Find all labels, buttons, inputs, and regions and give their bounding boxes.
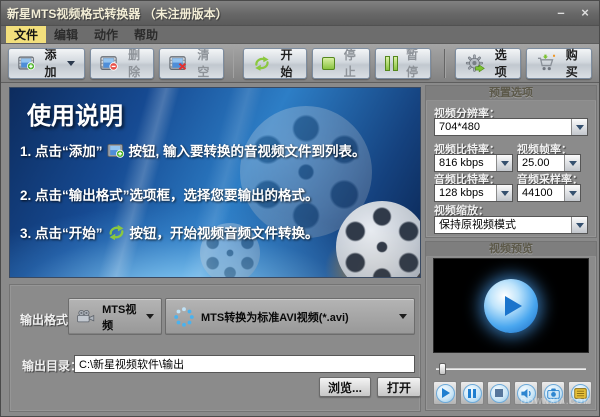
step3-text: 按钮，开始视频音频文件转换。 <box>129 226 319 241</box>
recycle-arrows-icon <box>109 224 123 240</box>
chevron-down-icon <box>399 314 407 319</box>
pause-bars-icon <box>384 55 398 71</box>
output-profile-select[interactable]: MTS转换为标准AVI视频(*.avi) <box>165 298 415 335</box>
play-circle-icon[interactable] <box>484 278 538 333</box>
step1-text: 按钮, 输入要转换的音视频文件到列表。 <box>128 144 366 159</box>
output-dir-label: 输出目录： <box>22 359 83 373</box>
play-icon <box>435 383 455 403</box>
clear-label: 清空 <box>197 48 210 79</box>
delete-label: 删除 <box>128 48 141 79</box>
step3-text: 3. 点击“开始” <box>20 226 103 241</box>
watermark: DOWNXIA.COM <box>520 397 591 406</box>
output-format-value: MTS视频 <box>102 303 137 332</box>
pause-label: 暂停 <box>406 48 419 79</box>
open-button[interactable]: 打开 <box>377 377 421 397</box>
camcorder-icon <box>77 310 95 323</box>
add-button[interactable]: 添加 <box>8 47 86 79</box>
film-plus-icon <box>106 143 124 158</box>
output-format-select[interactable]: MTS视频 <box>68 298 162 335</box>
video-preview-area[interactable] <box>433 258 589 353</box>
film-x-icon <box>169 56 187 71</box>
chevron-down-icon[interactable] <box>564 185 580 201</box>
film-minus-icon <box>100 56 118 71</box>
caret-down-icon <box>67 60 76 66</box>
preview-play-button[interactable] <box>433 381 457 405</box>
video-zoom-select[interactable]: 保持原视频模式 <box>434 216 588 234</box>
usage-banner: 使用说明 1. 点击“添加” 按钮, 输入要转换的音视频文件到列表。 2. 点击… <box>9 87 421 278</box>
options-button[interactable]: 选项 <box>455 47 522 79</box>
app-window: 新星MTS视频格式转换器 （未注册版本） – × 文件 编辑 动作 帮助 添加 <box>0 0 600 417</box>
resolution-value: 704*480 <box>439 121 480 133</box>
samplerate-value: 44100 <box>522 187 553 199</box>
output-panel: 输出格式： MTS视频 MTS转换为标准AVI视频(*.avi) 输出目录： C… <box>9 284 421 412</box>
slider-handle[interactable] <box>439 363 446 375</box>
recycle-arrows-icon <box>255 55 270 71</box>
pause-button[interactable]: 暂停 <box>374 47 432 79</box>
step1-text: 1. 点击“添加” <box>20 144 103 159</box>
preview-stop-button[interactable] <box>487 381 511 405</box>
window-title: 新星MTS视频格式转换器 （未注册版本） <box>7 6 228 21</box>
menu-item-action[interactable]: 动作 <box>86 26 126 43</box>
framerate-select[interactable]: 25.00 <box>517 154 581 172</box>
chevron-down-icon <box>146 314 154 319</box>
banner-step-1: 1. 点击“添加” 按钮, 输入要转换的音视频文件到列表。 <box>20 140 366 160</box>
pause-icon <box>462 383 482 403</box>
samplerate-select[interactable]: 44100 <box>517 184 581 202</box>
delete-button[interactable]: 删除 <box>90 47 155 79</box>
banner-step-3: 3. 点击“开始” 按钮，开始视频音频文件转换。 <box>20 222 319 242</box>
preview-pause-button[interactable] <box>460 381 484 405</box>
start-button[interactable]: 开始 <box>243 47 307 79</box>
stop-label: 停止 <box>343 48 356 79</box>
gear-icon <box>465 54 485 72</box>
stop-square-icon <box>321 56 335 70</box>
buy-label: 购买 <box>565 48 578 79</box>
seek-slider[interactable] <box>436 363 586 375</box>
preview-panel-title: 视频预览 <box>426 242 596 257</box>
output-profile-value: MTS转换为标准AVI视频(*.avi) <box>201 311 349 324</box>
cart-icon <box>538 54 556 71</box>
options-label: 选项 <box>494 48 507 79</box>
chevron-down-icon[interactable] <box>564 155 580 171</box>
preset-options-panel: 预置选项 视频分辨率： 704*480 视频比特率： 视频帧率： 816 kbp… <box>425 85 597 238</box>
chevron-down-icon[interactable] <box>496 155 512 171</box>
title-bar: 新星MTS视频格式转换器 （未注册版本） – × <box>1 1 599 26</box>
preset-panel-title: 预置选项 <box>426 86 596 101</box>
menu-item-edit[interactable]: 编辑 <box>46 26 86 43</box>
output-dir-input[interactable] <box>74 355 415 373</box>
browse-button[interactable]: 浏览... <box>319 377 371 397</box>
clear-button[interactable]: 清空 <box>159 47 224 79</box>
step2-text: 2. 点击“输出格式”选项框，选择您要输出的格式。 <box>20 188 319 203</box>
framerate-value: 25.00 <box>522 157 550 169</box>
audio-bitrate-select[interactable]: 128 kbps <box>434 184 513 202</box>
film-plus-icon <box>18 56 35 71</box>
video-bitrate-value: 816 kbps <box>439 157 484 169</box>
play-triangle-icon <box>505 295 522 316</box>
minimize-button[interactable]: – <box>553 6 569 20</box>
chevron-down-icon[interactable] <box>496 185 512 201</box>
menu-item-help[interactable]: 帮助 <box>126 26 166 43</box>
close-button[interactable]: × <box>577 6 593 20</box>
audio-bitrate-value: 128 kbps <box>439 187 484 199</box>
banner-step-2: 2. 点击“输出格式”选项框，选择您要输出的格式。 <box>20 184 319 204</box>
buy-button[interactable]: 购买 <box>526 47 592 79</box>
resolution-select[interactable]: 704*480 <box>434 118 588 136</box>
toolbar: 添加 删除 清空 开始 停止 暂停 选项 购买 <box>1 44 599 83</box>
toolbar-separator <box>444 48 447 78</box>
menu-bar: 文件 编辑 动作 帮助 <box>1 26 599 44</box>
slider-track <box>436 368 586 370</box>
menu-item-file[interactable]: 文件 <box>6 26 47 43</box>
stop-button[interactable]: 停止 <box>311 47 370 79</box>
dots-ring-icon <box>174 306 194 327</box>
chevron-down-icon[interactable] <box>571 217 587 233</box>
banner-title: 使用说明 <box>27 103 123 130</box>
chevron-down-icon[interactable] <box>571 119 587 135</box>
video-bitrate-select[interactable]: 816 kbps <box>434 154 513 172</box>
video-preview-panel: 视频预览 DOWNXIA.COM <box>425 241 597 411</box>
add-label: 添加 <box>44 48 57 79</box>
stop-icon <box>489 383 509 403</box>
toolbar-separator <box>232 48 235 78</box>
video-zoom-value: 保持原视频模式 <box>439 219 516 231</box>
start-label: 开始 <box>280 48 293 79</box>
